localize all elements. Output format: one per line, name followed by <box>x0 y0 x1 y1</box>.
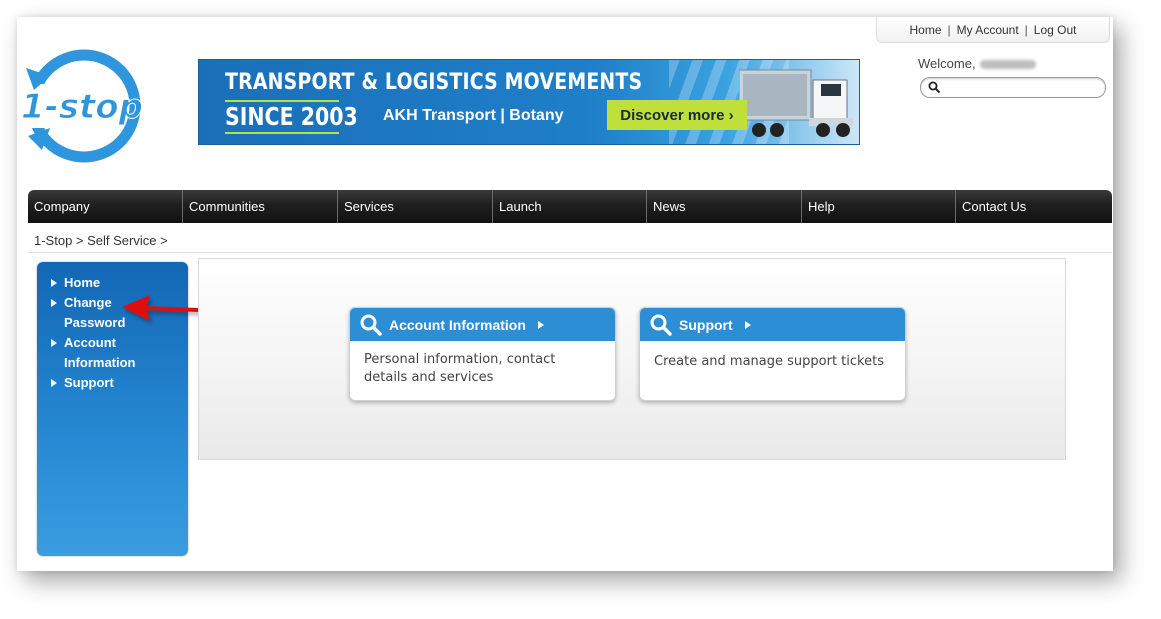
card-title: Support <box>679 316 733 333</box>
sidebar-item-support[interactable]: Support <box>37 373 164 393</box>
card-header[interactable]: Support <box>640 308 905 341</box>
top-link-separator: | <box>947 22 951 37</box>
username-redacted <box>979 60 1036 70</box>
sidebar-item-label: Support <box>64 375 114 390</box>
card-account-information[interactable]: Account Information Personal information… <box>349 307 616 401</box>
main-nav: Company Communities Services Launch News… <box>28 190 1112 223</box>
magnifier-icon <box>360 314 382 336</box>
nav-news[interactable]: News <box>647 190 802 223</box>
bullet-arrow-icon <box>51 379 57 387</box>
top-link-my-account[interactable]: My Account <box>957 23 1019 37</box>
top-link-separator: | <box>1024 22 1028 37</box>
card-description: Create and manage support tickets <box>654 354 884 369</box>
nav-services[interactable]: Services <box>338 190 493 223</box>
search-icon <box>928 81 941 94</box>
logo[interactable]: 1-stop <box>21 46 146 168</box>
breadcrumb-divider <box>28 252 1112 253</box>
magnifier-icon <box>650 314 672 336</box>
welcome-text: Welcome, <box>918 56 1036 71</box>
nav-communities[interactable]: Communities <box>183 190 338 223</box>
chevron-right-icon <box>537 320 544 329</box>
search-input[interactable] <box>945 79 1095 95</box>
main-content: Account Information Personal information… <box>198 258 1066 460</box>
sidebar-item-label: Change Password <box>64 295 126 330</box>
banner-underline <box>225 132 339 134</box>
nav-contact-us[interactable]: Contact Us <box>956 190 1112 223</box>
banner-since: SINCE 2003 <box>225 102 358 131</box>
card-description: Personal information, contact details an… <box>364 352 556 385</box>
bullet-arrow-icon <box>51 279 57 287</box>
sidebar-item-label: Home <box>64 275 101 290</box>
sidebar-item-home[interactable]: Home <box>37 273 164 293</box>
chevron-right-icon <box>744 320 751 329</box>
banner-headline: TRANSPORT & LOGISTICS MOVEMENTS <box>225 70 643 95</box>
welcome-label: Welcome, <box>918 56 976 71</box>
sidebar-item-account-information[interactable]: Account Information <box>37 333 164 373</box>
truck-image <box>739 69 853 137</box>
top-links: Home | My Account | Log Out <box>876 17 1110 43</box>
nav-help[interactable]: Help <box>802 190 956 223</box>
card-support[interactable]: Support Create and manage support ticket… <box>639 307 906 401</box>
card-header[interactable]: Account Information <box>350 308 615 341</box>
top-link-log-out[interactable]: Log Out <box>1034 23 1077 37</box>
banner-subtitle: AKH Transport | Botany <box>383 107 564 124</box>
advert-banner[interactable]: TRANSPORT & LOGISTICS MOVEMENTS SINCE 20… <box>198 59 860 145</box>
search-box[interactable] <box>920 77 1106 98</box>
bullet-arrow-icon <box>51 339 57 347</box>
nav-company[interactable]: Company <box>28 190 183 223</box>
nav-launch[interactable]: Launch <box>493 190 647 223</box>
logo-text: 1-stop <box>22 87 143 127</box>
card-title: Account Information <box>389 316 526 333</box>
discover-more-button[interactable]: Discover more › <box>607 100 747 130</box>
sidebar-item-label: Account Information <box>64 335 136 370</box>
top-link-home[interactable]: Home <box>910 23 942 37</box>
bullet-arrow-icon <box>51 299 57 307</box>
breadcrumb[interactable]: 1-Stop > Self Service > <box>34 233 168 248</box>
